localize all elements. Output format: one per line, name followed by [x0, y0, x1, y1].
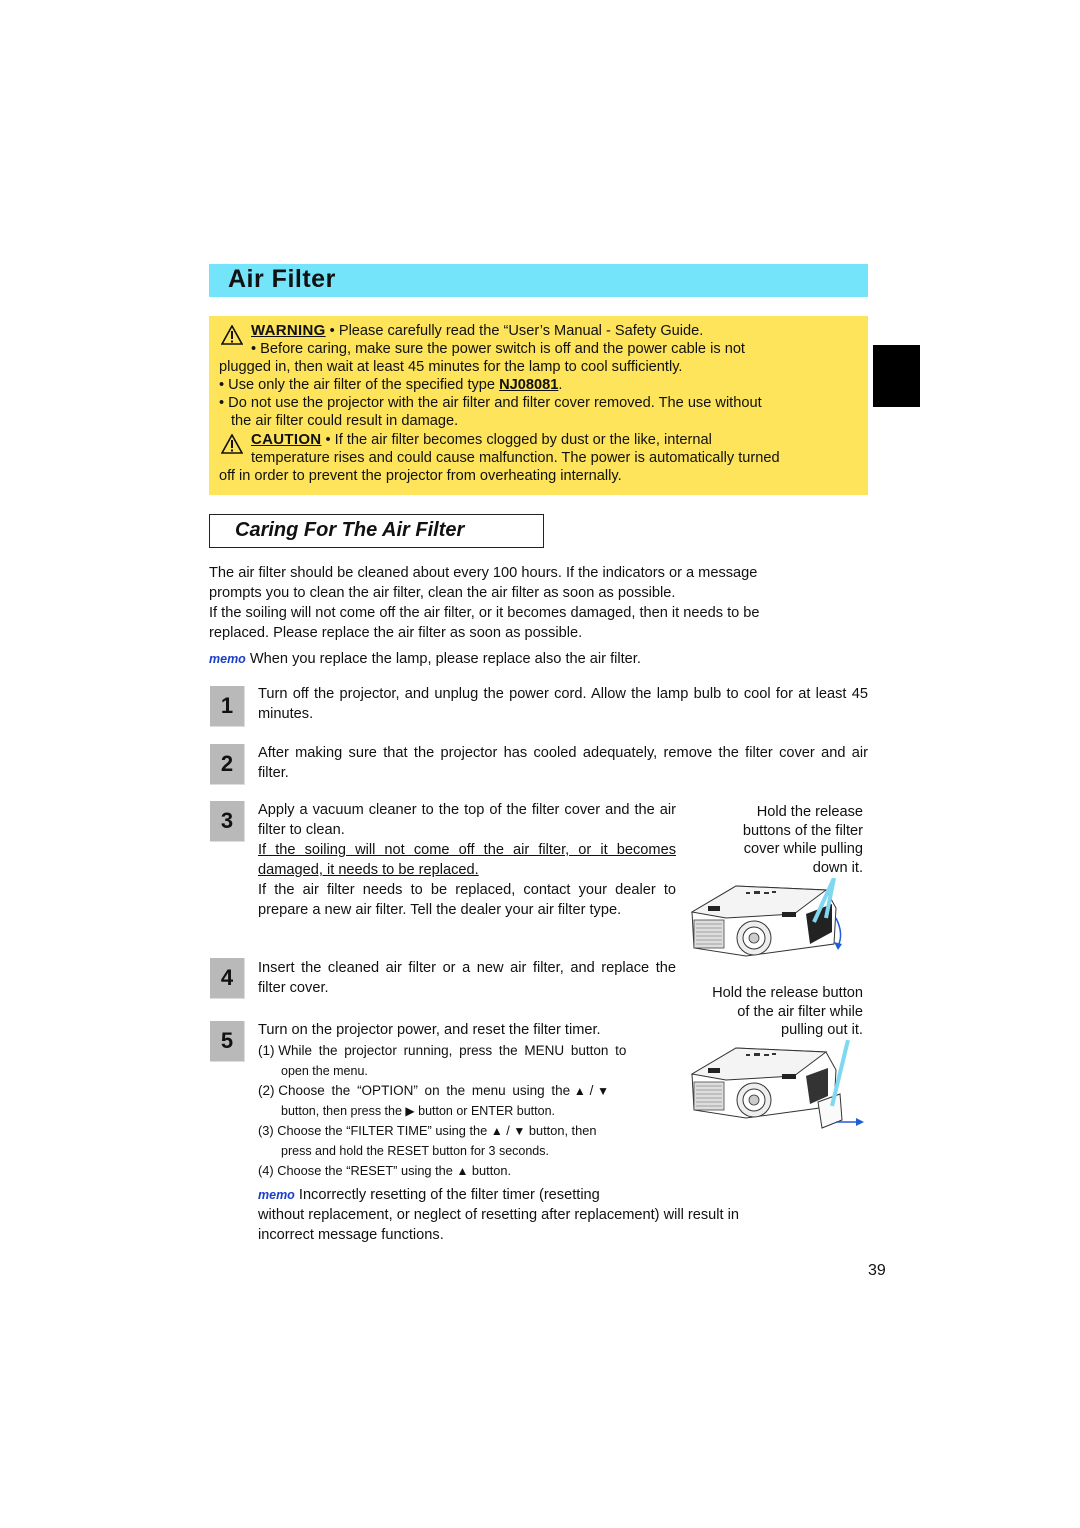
- section-title: Caring For The Air Filter: [235, 519, 465, 541]
- warning-label: WARNING: [251, 322, 326, 339]
- chapter-tab-marker: [873, 345, 920, 407]
- step-3-underlined-note: If the soiling will not come off the air…: [258, 842, 676, 878]
- step-number-3: 3: [210, 801, 245, 842]
- footer-memo: memo Incorrectly resetting of the filter…: [258, 1187, 740, 1243]
- memo-label: memo: [258, 1188, 295, 1202]
- figure-1-caption: Hold the release buttons of the filter c…: [742, 804, 863, 876]
- projector-air-filter-illustration: [690, 1040, 864, 1129]
- step-number-1: 1: [210, 686, 245, 727]
- substep-1-cont: open the menu.: [281, 1064, 368, 1078]
- substep-2-cont: button, then press the ▶ button or ENTER…: [281, 1104, 556, 1118]
- caution-line-1: CAUTION • If the air filter becomes clog…: [251, 431, 712, 448]
- warning-line-2: • Before caring, make sure the power swi…: [251, 341, 745, 357]
- page-title-bar: Air Filter: [209, 264, 868, 297]
- warning-line-3: plugged in, then wait at least 45 minute…: [219, 359, 683, 375]
- memo-label: memo: [209, 652, 246, 666]
- up-arrow-icon: ▲: [456, 1164, 469, 1178]
- right-arrow-icon: ▶: [405, 1104, 415, 1118]
- step-2-text: After making sure that the projector has…: [258, 745, 868, 781]
- figure-2-caption: Hold the release button of the air filte…: [712, 985, 863, 1038]
- substep-3: (3) Choose the “FILTER TIME” using the ▲…: [258, 1123, 597, 1138]
- no-use-line-2: the air filter could result in damage.: [231, 413, 459, 429]
- caution-line-3: off in order to prevent the projector fr…: [219, 468, 622, 484]
- memo-note: memo When you replace the lamp, please r…: [209, 651, 641, 667]
- warning-triangle-icon: [221, 325, 243, 345]
- caution-line-2: temperature rises and could cause malfun…: [251, 450, 780, 466]
- projector-filter-cover-illustration: [690, 878, 842, 957]
- intro-paragraph: The air filter should be cleaned about e…: [209, 565, 760, 641]
- section-title-box: Caring For The Air Filter: [209, 514, 544, 548]
- warning-line-1: WARNING • Please carefully read the “Use…: [251, 322, 704, 339]
- warning-box: WARNING • Please carefully read the “Use…: [209, 316, 868, 495]
- filter-type-line: • Use only the air filter of the specifi…: [219, 377, 563, 393]
- step-5-text: Turn on the projector power, and reset t…: [258, 1022, 601, 1038]
- substep-2: (2) Choose the “OPTION” on the menu usin…: [258, 1083, 609, 1098]
- down-arrow-icon: ▼: [597, 1084, 609, 1098]
- step-3-text: Apply a vacuum cleaner to the top of the…: [258, 802, 676, 838]
- step-number-5: 5: [210, 1021, 245, 1062]
- step-3-body: Apply a vacuum cleaner to the top of the…: [258, 800, 676, 920]
- caution-triangle-icon: [221, 434, 243, 454]
- no-use-line-1: • Do not use the projector with the air …: [219, 395, 762, 411]
- step-number-4: 4: [210, 958, 245, 999]
- down-arrow-icon: ▼: [513, 1124, 526, 1138]
- step-1-text: Turn off the projector, and unplug the p…: [258, 686, 868, 722]
- substep-4: (4) Choose the “RESET” using the ▲ butto…: [258, 1163, 512, 1178]
- page-number: 39: [868, 1262, 886, 1279]
- step-4-text: Insert the cleaned air filter or a new a…: [258, 960, 676, 996]
- up-arrow-icon: ▲: [573, 1084, 586, 1098]
- caution-label: CAUTION: [251, 431, 322, 448]
- substep-1: (1) While the projector running, press t…: [258, 1043, 627, 1058]
- step-3-extra: If the air filter needs to be replaced, …: [258, 882, 676, 918]
- filter-type-code: NJ08081: [499, 377, 559, 393]
- step-number-2: 2: [210, 744, 245, 785]
- step-5-substeps: (1) While the projector running, press t…: [258, 1041, 678, 1181]
- page-title: Air Filter: [228, 265, 336, 293]
- up-arrow-icon: ▲: [490, 1124, 503, 1138]
- substep-3-cont: press and hold the RESET button for 3 se…: [281, 1144, 549, 1158]
